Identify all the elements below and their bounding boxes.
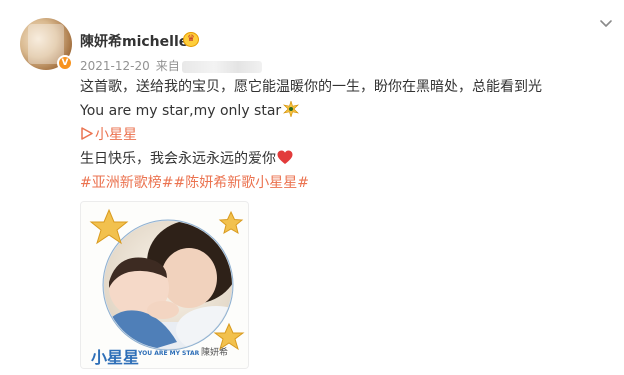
blurred-source xyxy=(181,60,262,73)
username[interactable]: 陳妍希michelle xyxy=(80,31,188,51)
sparkle-icon xyxy=(283,101,300,117)
image-signature: 陳妍希 xyxy=(201,348,229,358)
play-icon xyxy=(81,127,93,140)
red-heart-icon xyxy=(277,150,293,164)
hashtags[interactable]: #亚洲新歌榜##陈妍希新歌小星星# xyxy=(80,172,309,192)
crown-icon: ♛ xyxy=(183,32,199,47)
post-text-line-4-text: 生日快乐，我会永远永远的爱你 xyxy=(80,151,276,167)
post-date[interactable]: 2021-12-20 xyxy=(80,59,150,73)
image-caption: 小星星 xyxy=(91,348,140,367)
post-text-line-1: 这首歌，送给我的宝贝，愿它能温暖你的一生，盼你在黑暗处，总能看到光 xyxy=(80,79,542,95)
post-image[interactable]: 小星星 YOU ARE MY STAR 陳妍希 xyxy=(80,201,249,369)
verified-badge: V xyxy=(57,55,73,71)
chevron-down-icon[interactable] xyxy=(598,16,614,32)
image-subcaption: YOU ARE MY STAR xyxy=(138,350,200,357)
song-link[interactable]: 小星星 xyxy=(80,124,137,144)
post-text-line-4: 生日快乐，我会永远永远的爱你 xyxy=(80,148,293,168)
post-text-line-2: You are my star,my only star xyxy=(80,101,300,119)
post-meta: 2021-12-20 来自 xyxy=(80,57,262,74)
song-link-label: 小星星 xyxy=(95,127,137,143)
post-text-line-2-text: You are my star,my only star xyxy=(80,103,282,119)
source-label: 来自 xyxy=(155,59,180,73)
